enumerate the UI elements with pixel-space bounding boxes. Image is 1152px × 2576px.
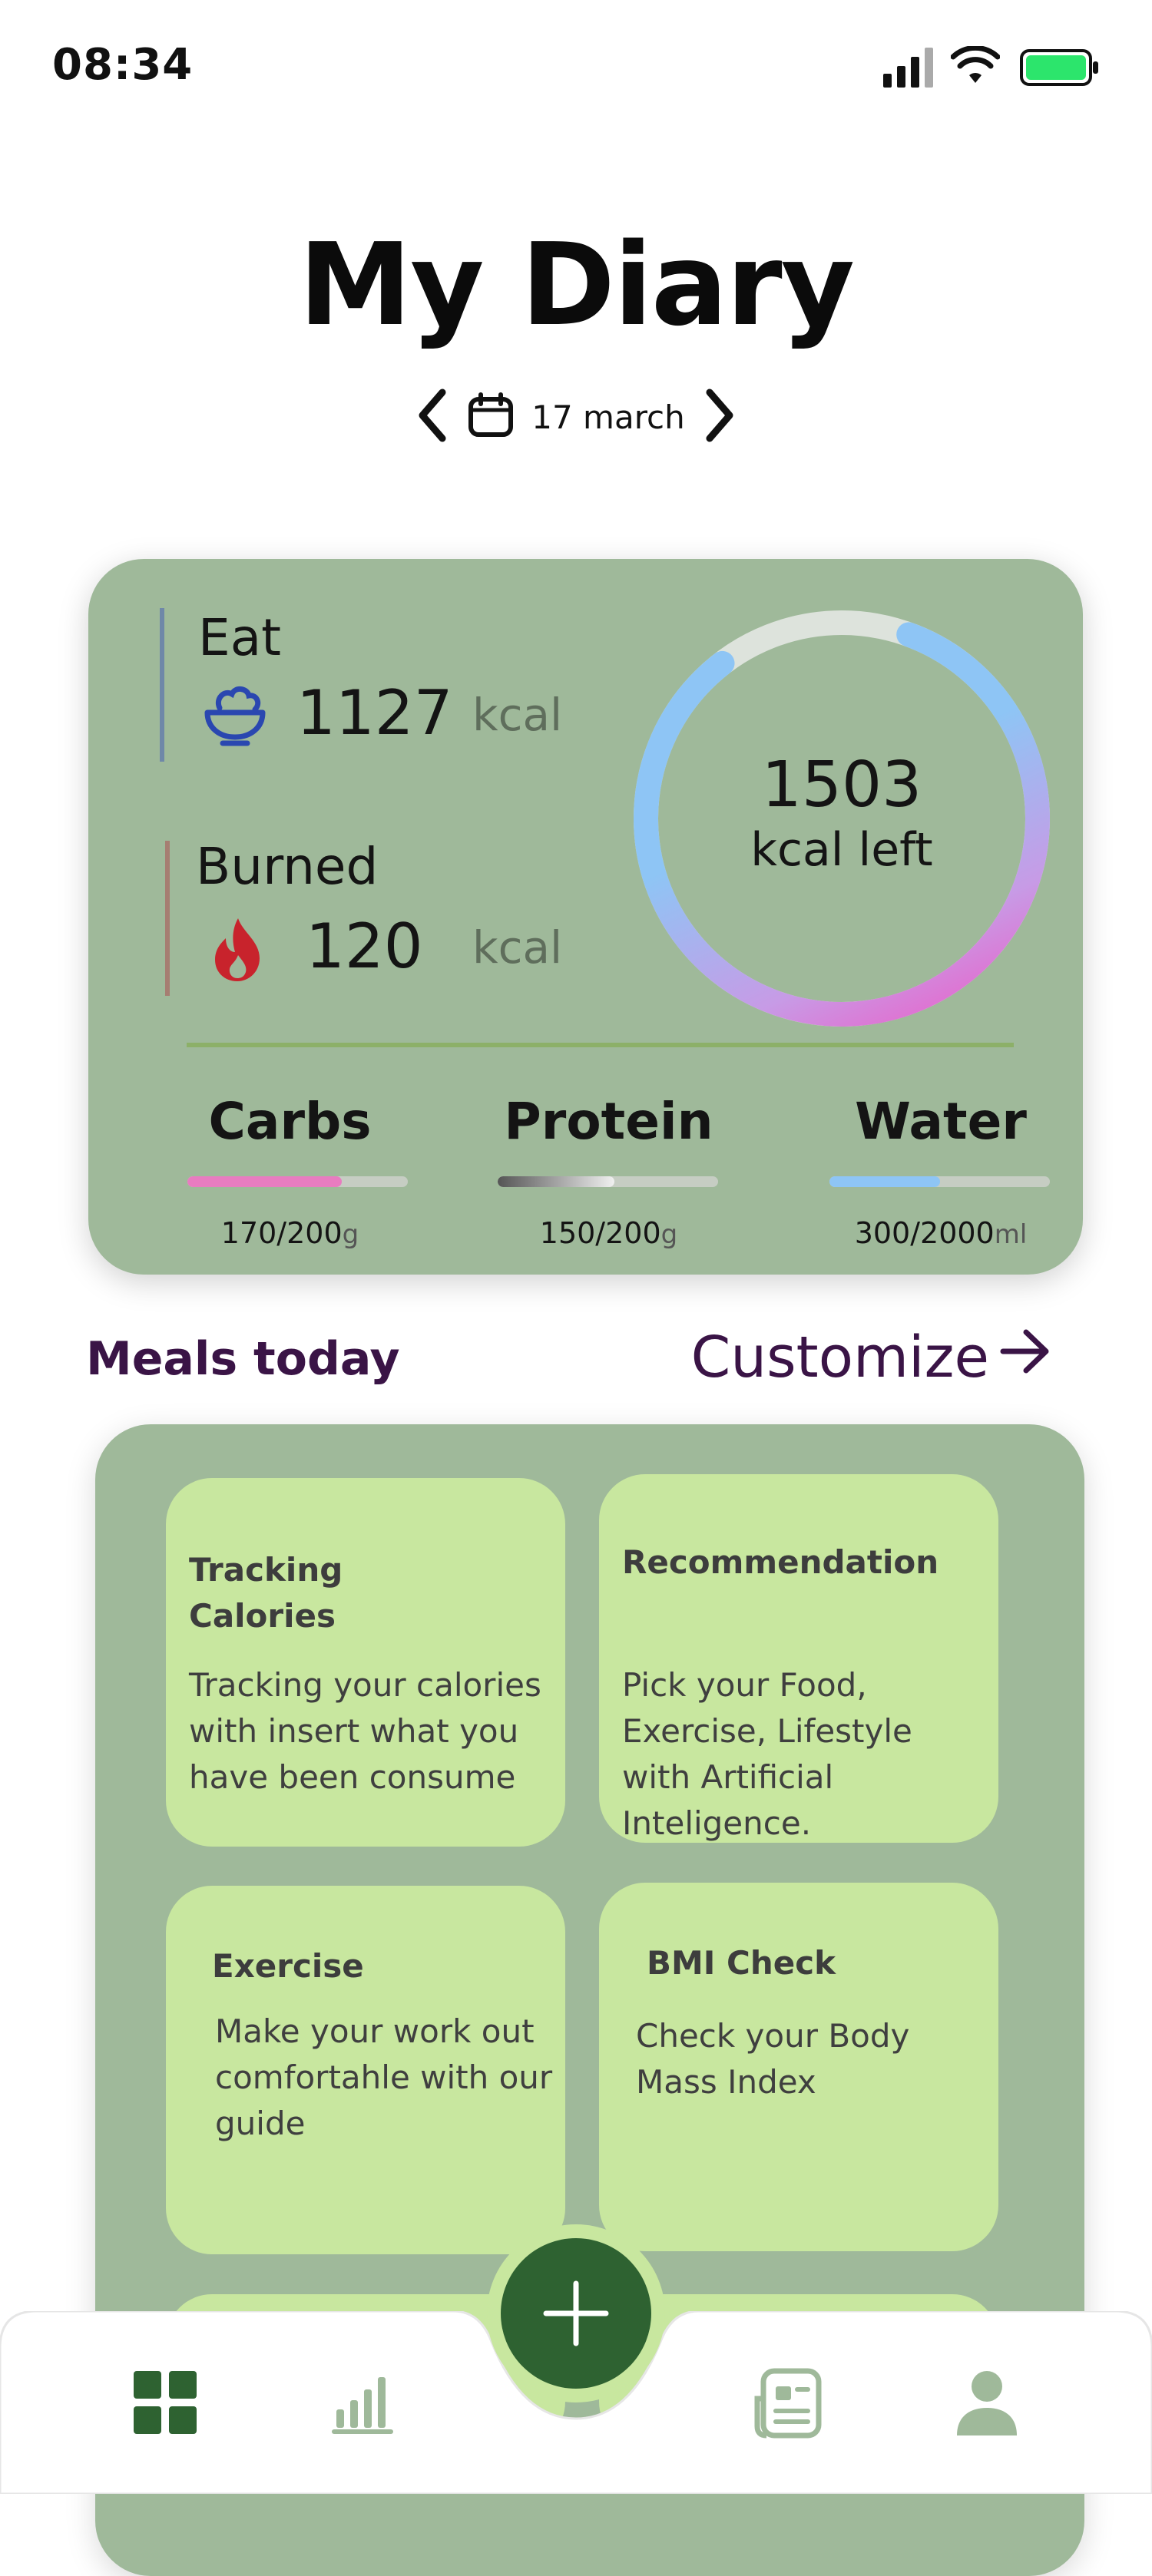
arrow-right-icon — [998, 1324, 1052, 1391]
tile-title: Tracking Calories — [189, 1551, 343, 1635]
kcal-left-label: kcal left — [750, 823, 933, 877]
signal-icon — [883, 48, 937, 91]
chart-icon[interactable] — [332, 2373, 396, 2439]
calendar-icon — [467, 392, 515, 442]
current-date[interactable]: 17 march — [531, 398, 685, 436]
card-divider — [187, 1043, 1014, 1047]
burned-indicator — [165, 841, 170, 996]
macro-track-protein — [498, 1176, 718, 1187]
page-title: My Diary — [298, 219, 855, 351]
tile-tracking-calories[interactable]: Tracking Calories Tracking your calories… — [166, 1478, 565, 1847]
eat-label: Eat — [198, 608, 282, 667]
burned-unit: kcal — [472, 921, 563, 974]
chevron-right-icon[interactable] — [702, 388, 737, 446]
add-button[interactable] — [501, 2238, 651, 2389]
tile-recommendation[interactable]: Recommendation Pick your Food, Exercise,… — [599, 1474, 998, 1843]
fire-icon — [209, 915, 266, 986]
chevron-left-icon[interactable] — [415, 388, 450, 446]
macro-value-water: 300/2000ml — [854, 1216, 1028, 1250]
tile-title: BMI Check — [647, 1944, 836, 1982]
battery-icon — [1020, 49, 1100, 89]
tile-title: Recommendation — [622, 1543, 939, 1581]
eat-value: 1127 — [296, 677, 453, 749]
customize-label: Customize — [690, 1324, 989, 1391]
tile-bmi-check[interactable]: BMI Check Check your Body Mass Index — [599, 1883, 998, 2251]
eat-unit: kcal — [472, 689, 563, 741]
kcal-left-value: 1503 — [761, 749, 922, 822]
tile-description: Pick your Food, Exercise, Lifestyle with… — [622, 1666, 912, 1842]
wifi-icon — [950, 45, 1001, 89]
macro-fill-carbs — [187, 1176, 342, 1187]
burned-label: Burned — [196, 837, 379, 896]
macro-fill-water — [829, 1176, 940, 1187]
grid-icon[interactable] — [134, 2371, 198, 2439]
tile-exercise[interactable]: Exercise Make your work out comfortahle … — [166, 1886, 565, 2254]
status-time: 08:34 — [52, 40, 194, 90]
rice-bowl-icon — [201, 682, 269, 752]
macro-value-protein: 150/200g — [539, 1216, 678, 1250]
add-icon — [543, 2280, 609, 2346]
burned-value: 120 — [306, 911, 423, 982]
journal-icon[interactable] — [753, 2368, 822, 2442]
macro-title-protein: Protein — [504, 1092, 713, 1151]
macro-track-water — [829, 1176, 1050, 1187]
date-selector: 17 march — [0, 388, 1152, 446]
customize-link[interactable]: Customize — [691, 1324, 1052, 1391]
macro-title-carbs: Carbs — [208, 1092, 372, 1151]
tile-title: Exercise — [212, 1947, 364, 1985]
tile-description: Make your work out comfortahle with our … — [215, 2012, 553, 2142]
eat-indicator — [160, 608, 164, 762]
profile-icon[interactable] — [954, 2369, 1020, 2440]
macro-title-water: Water — [855, 1092, 1027, 1151]
tile-description: Tracking your calories with insert what … — [189, 1666, 541, 1796]
macro-value-carbs: 170/200g — [220, 1216, 359, 1250]
macro-fill-protein — [498, 1176, 615, 1187]
meals-title: Meals today — [86, 1332, 400, 1386]
tile-description: Check your Body Mass Index — [636, 2017, 910, 2101]
macro-track-carbs — [187, 1176, 408, 1187]
